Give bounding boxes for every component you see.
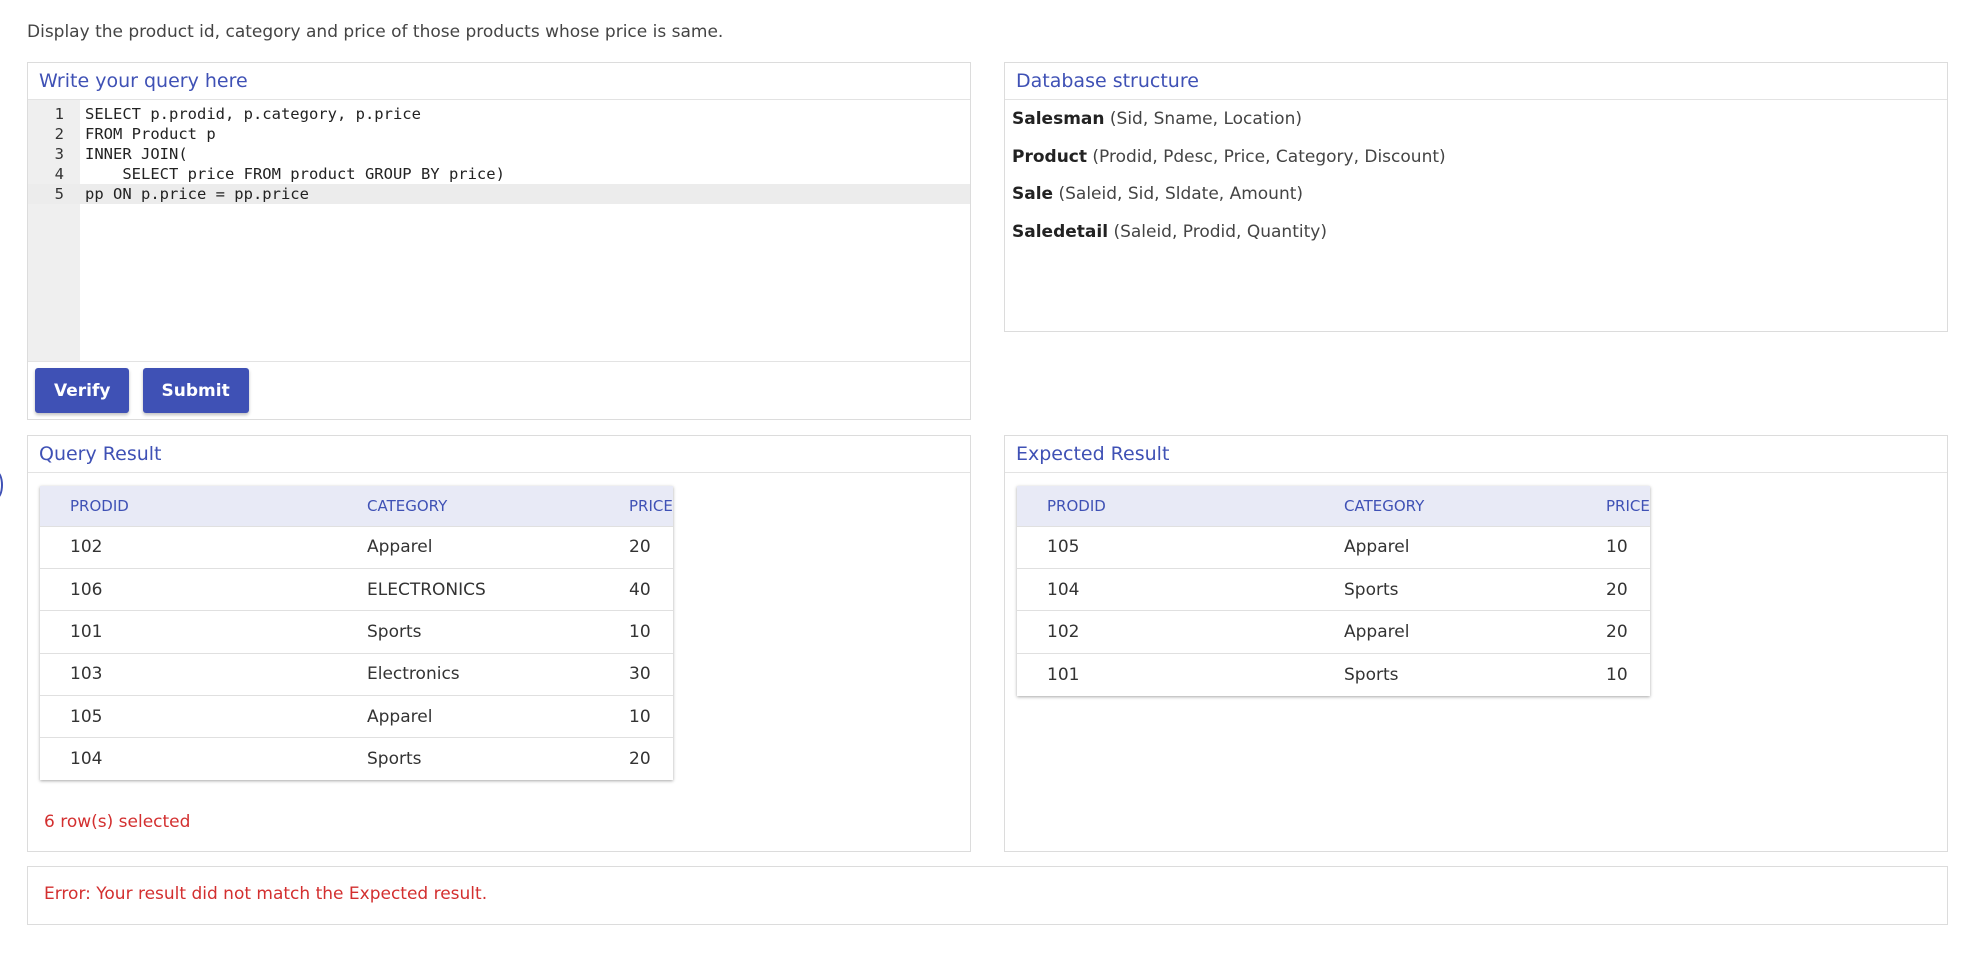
code-editor[interactable]: 1 SELECT p.prodid, p.category, p.price 2… [28,100,970,362]
cell-price: 10 [1576,652,1650,696]
cell-prodid: 105 [40,695,337,738]
cell-price: 20 [1576,567,1650,611]
editor-title: Write your query here [28,63,970,100]
column-header-category: CATEGORY [337,486,599,526]
database-structure-panel: Database structure Salesman (Sid, Sname,… [1004,62,1948,332]
table-row: 104 Sports 20 [1017,567,1650,611]
cell-price: 10 [599,610,673,654]
line-number: 1 [54,105,64,123]
db-table-salesman: Salesman (Sid, Sname, Location) [1012,108,1940,146]
cell-price: 20 [1576,610,1650,654]
cell-price: 40 [599,567,673,611]
cell-price: 30 [599,652,673,696]
cell-category: Electronics [337,652,599,696]
table-row: 104 Sports 20 [40,737,673,781]
error-panel: Error: Your result did not match the Exp… [27,866,1948,925]
db-table-sale: Sale (Saleid, Sid, Sldate, Amount) [1012,183,1940,221]
cell-price: 20 [599,737,673,781]
column-header-category: CATEGORY [1314,486,1576,526]
cell-prodid: 102 [40,525,337,569]
table-name: Salesman [1012,109,1105,129]
line-number: 2 [54,125,64,143]
code-lines[interactable]: 1 SELECT p.prodid, p.category, p.price 2… [28,104,970,204]
cell-category: Sports [1314,652,1576,696]
code-text[interactable]: FROM Product p [85,124,216,144]
cell-prodid: 102 [1017,610,1314,654]
table-name: Saledetail [1012,221,1109,242]
cell-prodid: 104 [40,737,337,781]
verify-button[interactable]: Verify [35,368,130,413]
query-result-title: Query Result [28,436,970,473]
table-row: 105 Apparel 10 [1017,525,1650,569]
table-header-row: PRODID CATEGORY PRICE [1017,486,1650,526]
table-columns: (Sid, Sname, Location) [1109,109,1302,129]
table-row: 103 Electronics 30 [40,652,673,696]
database-title: Database structure [1005,63,1947,100]
db-table-product: Product (Prodid, Pdesc, Price, Category,… [1012,146,1940,184]
cell-category: Apparel [337,525,599,569]
expected-result-table: PRODID CATEGORY PRICE 105 Apparel 10 104… [1017,486,1650,696]
code-line[interactable]: 2 FROM Product p [28,124,970,144]
table-columns: (Prodid, Pdesc, Price, Category, Discoun… [1092,146,1446,167]
query-editor-panel: Write your query here 1 SELECT p.prodid,… [27,62,971,420]
cell-category: Sports [1314,567,1576,611]
cell-category: Apparel [1314,610,1576,654]
line-number: 5 [54,185,64,203]
table-row: 105 Apparel 10 [40,695,673,738]
editor-actions: Verify Submit [35,368,257,413]
line-number: 4 [54,165,64,183]
cell-category: Apparel [1314,525,1576,569]
cell-prodid: 103 [40,652,337,696]
table-list: Salesman (Sid, Sname, Location) Product … [1005,100,1947,266]
cell-category: ELECTRONICS [337,567,599,611]
code-text[interactable]: pp ON p.price = pp.price [85,184,309,204]
error-message: Error: Your result did not match the Exp… [44,884,488,904]
cell-category: Sports [337,610,599,654]
cell-price: 10 [599,695,673,738]
table-columns: (Saleid, Prodid, Quantity) [1113,221,1327,242]
code-text[interactable]: SELECT p.prodid, p.category, p.price [85,104,421,124]
cell-prodid: 106 [40,567,337,611]
cell-prodid: 104 [1017,567,1314,611]
cell-price: 10 [1576,525,1650,569]
table-row: 101 Sports 10 [1017,652,1650,696]
db-table-saledetail: Saledetail (Saleid, Prodid, Quantity) [1012,221,1940,259]
table-columns: (Saleid, Sid, Sldate, Amount) [1058,184,1304,204]
code-text[interactable]: INNER JOIN( [85,144,188,164]
expected-result-panel: Expected Result PRODID CATEGORY PRICE 10… [1004,435,1948,852]
cell-category: Sports [337,737,599,781]
cell-prodid: 101 [40,610,337,654]
edge-handle[interactable] [0,471,3,499]
query-result-table: PRODID CATEGORY PRICE 102 Apparel 20 106… [40,486,673,781]
column-header-price: PRICE [1576,486,1650,526]
row-count-status: 6 row(s) selected [44,812,191,832]
cell-price: 20 [599,525,673,569]
column-header-prodid: PRODID [1017,486,1314,526]
cell-prodid: 101 [1017,652,1314,696]
submit-button[interactable]: Submit [142,368,249,413]
table-name: Product [1012,146,1087,167]
table-name: Sale [1012,184,1054,204]
cell-category: Apparel [337,695,599,738]
code-line-active[interactable]: 5 pp ON p.price = pp.price [28,184,970,204]
code-line[interactable]: 1 SELECT p.prodid, p.category, p.price [28,104,970,124]
page: Display the product id, category and pri… [0,0,1965,957]
table-row: 106 ELECTRONICS 40 [40,567,673,611]
table-row: 101 Sports 10 [40,610,673,654]
table-row: 102 Apparel 20 [1017,610,1650,654]
question-text: Display the product id, category and pri… [27,22,724,42]
code-line[interactable]: 3 INNER JOIN( [28,144,970,164]
code-text[interactable]: SELECT price FROM product GROUP BY price… [85,164,505,184]
expected-result-title: Expected Result [1005,436,1947,473]
cell-prodid: 105 [1017,525,1314,569]
code-line[interactable]: 4 SELECT price FROM product GROUP BY pri… [28,164,970,184]
column-header-prodid: PRODID [40,486,337,526]
line-number: 3 [54,145,64,163]
column-header-price: PRICE [599,486,673,526]
query-result-panel: Query Result PRODID CATEGORY PRICE 102 A… [27,435,971,852]
table-row: 102 Apparel 20 [40,525,673,569]
table-header-row: PRODID CATEGORY PRICE [40,486,673,526]
